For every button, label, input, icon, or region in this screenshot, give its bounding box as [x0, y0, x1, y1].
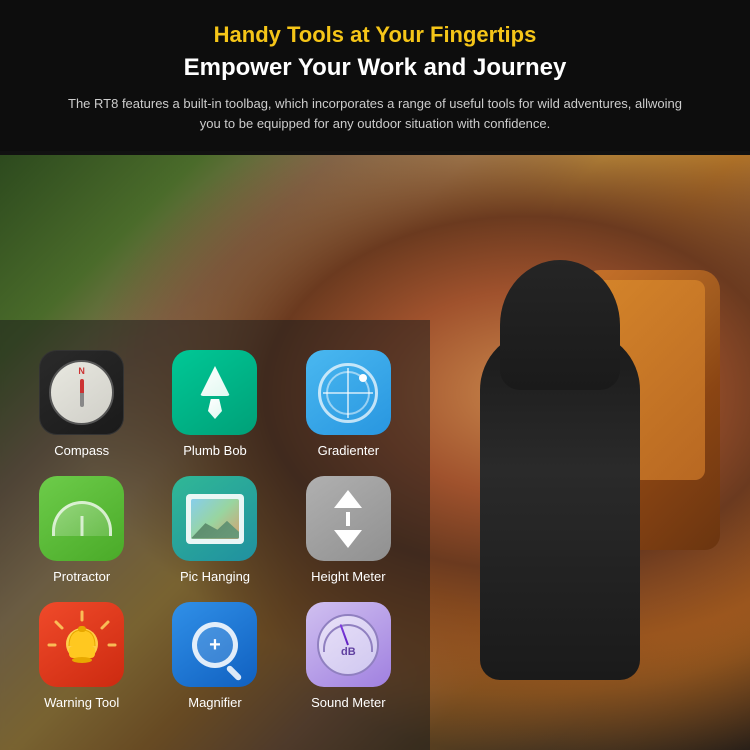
- tool-item-heightmeter[interactable]: Height Meter: [287, 476, 410, 584]
- arrow-up-icon: [334, 490, 362, 508]
- magnifier-label: Magnifier: [188, 695, 241, 710]
- page-wrapper: Handy Tools at Your Fingertips Empower Y…: [0, 0, 750, 750]
- soundmeter-icon-bg: [306, 602, 391, 687]
- magnifier-shape: +: [192, 622, 238, 668]
- hiker-figure: [400, 210, 720, 750]
- tool-item-pichanging[interactable]: Pic Hanging: [153, 476, 276, 584]
- tool-item-plumbbob[interactable]: Plumb Bob: [153, 350, 276, 458]
- plumbbob-icon-bg: [172, 350, 257, 435]
- header-title: Empower Your Work and Journey: [20, 54, 730, 82]
- tool-item-magnifier[interactable]: + Magnifier: [153, 602, 276, 710]
- pichanging-label: Pic Hanging: [180, 569, 250, 584]
- sound-gauge: [317, 614, 379, 676]
- magnifier-handle: [225, 664, 242, 681]
- pic-frame: [186, 494, 244, 544]
- magnifier-plus-icon: +: [209, 635, 221, 655]
- warningtool-label: Warning Tool: [44, 695, 119, 710]
- plumbbob-label: Plumb Bob: [183, 443, 247, 458]
- tool-item-protractor[interactable]: Protractor: [20, 476, 143, 584]
- pichanging-icon-bg: [172, 476, 257, 561]
- tool-item-warningtool[interactable]: Warning Tool: [20, 602, 143, 710]
- gauge-scale: [323, 624, 373, 652]
- warning-svg: [47, 610, 117, 680]
- arrow-down-icon: [334, 530, 362, 548]
- jacket: [480, 330, 640, 680]
- gradienter-label: Gradienter: [318, 443, 379, 458]
- plumb-top: [200, 366, 230, 396]
- pic-inner: [191, 499, 239, 539]
- plumbbob-shape: [200, 366, 230, 419]
- gradienter-icon-bg: [306, 350, 391, 435]
- protractor-label: Protractor: [53, 569, 110, 584]
- warning-light: [47, 610, 117, 680]
- warningtool-icon-bg: [39, 602, 124, 687]
- gradienter-circle: [318, 363, 378, 423]
- magnifier-icon-bg: +: [172, 602, 257, 687]
- magnifier-circle: +: [192, 622, 238, 668]
- tool-item-soundmeter[interactable]: Sound Meter: [287, 602, 410, 710]
- heightmeter-label: Height Meter: [311, 569, 385, 584]
- height-arrows: [334, 490, 362, 548]
- arrow-line: [346, 512, 350, 526]
- tools-grid: Compass Plumb Bob: [15, 340, 415, 720]
- plumb-bottom: [208, 399, 222, 419]
- gradienter-crosshair-v: [347, 368, 349, 418]
- protractor-shape: [52, 501, 112, 536]
- compass-face: [49, 360, 114, 425]
- pic-mountain: [191, 517, 239, 539]
- tool-item-compass[interactable]: Compass: [20, 350, 143, 458]
- tools-section: Compass Plumb Bob: [0, 320, 430, 750]
- heightmeter-icon-bg: [306, 476, 391, 561]
- header-description: The RT8 features a built-in toolbag, whi…: [65, 94, 685, 133]
- compass-label: Compass: [54, 443, 109, 458]
- gradienter-dot: [359, 374, 367, 382]
- header-subtitle: Handy Tools at Your Fingertips: [20, 22, 730, 48]
- tool-item-gradienter[interactable]: Gradienter: [287, 350, 410, 458]
- soundmeter-label: Sound Meter: [311, 695, 385, 710]
- compass-icon-bg: [39, 350, 124, 435]
- protractor-icon-bg: [39, 476, 124, 561]
- header-section: Handy Tools at Your Fingertips Empower Y…: [0, 0, 750, 151]
